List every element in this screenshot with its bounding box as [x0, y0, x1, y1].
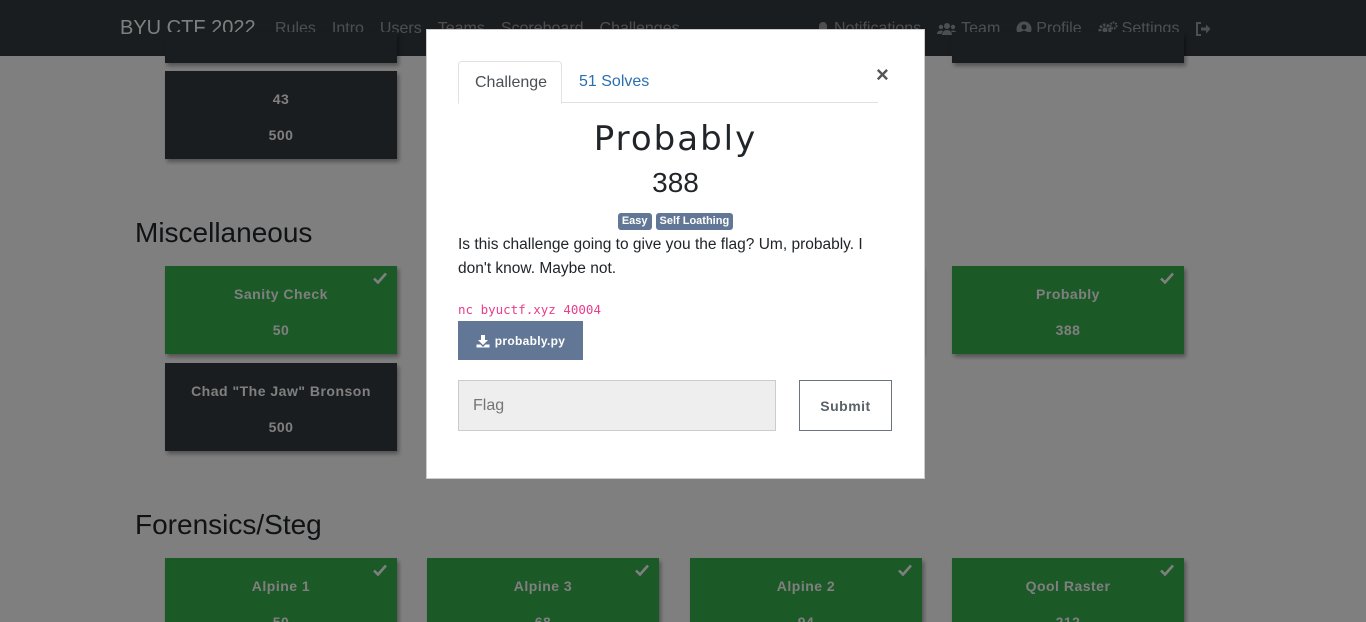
- challenge-name: Probably: [593, 119, 758, 159]
- flag-input[interactable]: [458, 380, 776, 431]
- challenge-value: 388: [652, 167, 699, 198]
- tab-solves[interactable]: 51 Solves: [563, 61, 665, 104]
- tag-badge: Self Loathing: [655, 213, 734, 230]
- close-icon[interactable]: ×: [876, 64, 889, 86]
- challenge-modal: Challenge 51 Solves × Probably 388 Easy …: [426, 29, 925, 479]
- connection-command: nc byuctf.xyz 40004: [458, 302, 601, 317]
- tag-badge: Easy: [617, 213, 652, 230]
- download-icon: [476, 334, 490, 347]
- submit-button[interactable]: Submit: [799, 380, 892, 431]
- tab-challenge[interactable]: Challenge: [458, 61, 562, 104]
- download-file-button[interactable]: probably.py: [458, 321, 583, 360]
- challenge-description: Is this challenge going to give you the …: [458, 236, 863, 277]
- download-file-label: probably.py: [494, 333, 566, 348]
- challenge-tabs: Challenge 51 Solves: [458, 61, 878, 104]
- challenge-tags: Easy Self Loathing: [427, 213, 924, 230]
